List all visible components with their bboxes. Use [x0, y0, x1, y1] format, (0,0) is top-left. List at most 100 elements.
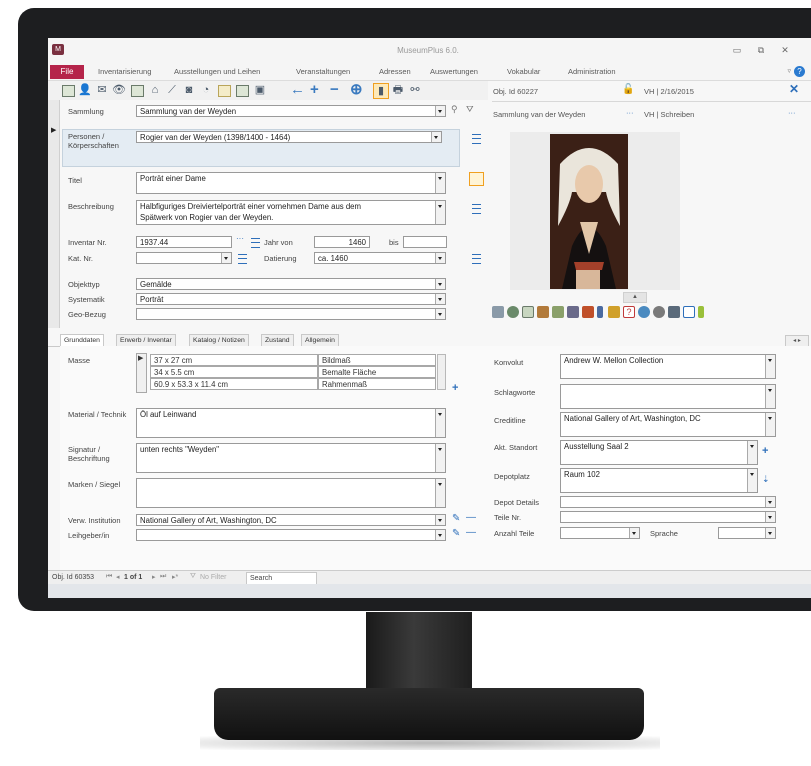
teile-field[interactable]: [560, 511, 776, 523]
menu-administration[interactable]: Administration: [568, 67, 616, 76]
print-icon[interactable]: 🖶: [391, 83, 405, 97]
masse-type-3[interactable]: Rahmenmaß: [318, 378, 436, 390]
chevron-down-icon[interactable]: [747, 469, 757, 492]
edit-pen-icon[interactable]: ✎: [452, 513, 460, 524]
depotdetails-field[interactable]: [560, 496, 776, 508]
camera-icon[interactable]: [567, 306, 579, 318]
depotplatz-field[interactable]: Raum 102: [560, 468, 758, 493]
record-selector[interactable]: [48, 100, 60, 328]
datierung-field[interactable]: ca. 1460: [314, 252, 446, 264]
note-icon[interactable]: [218, 85, 231, 97]
chevron-down-icon[interactable]: [435, 106, 445, 116]
masse-value-3[interactable]: 60.9 x 53.3 x 11.4 cm: [150, 378, 318, 390]
chevron-down-icon[interactable]: [435, 294, 445, 304]
beschreibung-field[interactable]: Halbfiguriges Dreiviertelporträt einer v…: [136, 200, 446, 225]
prev-record-icon[interactable]: ◂: [116, 573, 120, 581]
objekttyp-field[interactable]: Gemälde: [136, 278, 446, 290]
home-icon[interactable]: ⌂: [148, 83, 162, 97]
inventar-more-button[interactable]: ···: [236, 234, 244, 243]
standort-field[interactable]: Ausstellung Saal 2: [560, 440, 758, 465]
camera-icon[interactable]: ◙: [182, 83, 196, 97]
tv-icon[interactable]: ▣: [253, 83, 267, 97]
next-record-icon[interactable]: ▸: [152, 573, 156, 581]
list-icon[interactable]: [251, 238, 260, 248]
signatur-field[interactable]: unten rechts "Weyden": [136, 443, 446, 473]
eye-icon[interactable]: [507, 306, 519, 318]
chevron-down-icon[interactable]: [435, 444, 445, 472]
verw-field[interactable]: National Gallery of Art, Washington, DC: [136, 514, 446, 526]
notes-icon[interactable]: [469, 172, 484, 186]
leihgeber-field[interactable]: [136, 529, 446, 541]
collapse-image-button[interactable]: ▲: [623, 292, 647, 303]
chevron-down-icon[interactable]: [765, 512, 775, 522]
panel-icon[interactable]: ▮: [373, 83, 389, 99]
sammlung-field[interactable]: Sammlung van der Weyden: [136, 105, 446, 117]
add-standort-icon[interactable]: +: [762, 445, 768, 457]
add-icon[interactable]: +: [310, 81, 319, 99]
list-icon[interactable]: [683, 306, 695, 318]
basket-icon[interactable]: [537, 306, 549, 318]
schlagworte-field[interactable]: [560, 384, 776, 409]
add-masse-icon[interactable]: +: [452, 382, 458, 394]
tab-allgemein[interactable]: Allgemein: [301, 334, 339, 346]
menu-adressen[interactable]: Adressen: [379, 67, 411, 76]
list-icon[interactable]: [472, 134, 481, 144]
bars-icon[interactable]: [698, 306, 704, 318]
titel-field[interactable]: Porträt einer Dame: [136, 172, 446, 194]
chart-icon[interactable]: [552, 306, 564, 318]
pin-add-icon[interactable]: ⊕: [350, 81, 363, 99]
chevron-down-icon[interactable]: [221, 253, 231, 263]
menu-vokabular[interactable]: Vokabular: [507, 67, 540, 76]
sprache-field[interactable]: [718, 527, 776, 539]
flag-icon[interactable]: [608, 306, 620, 318]
chevron-down-icon[interactable]: [765, 497, 775, 507]
file-tab[interactable]: File: [50, 65, 84, 79]
chevron-down-icon[interactable]: [629, 528, 639, 538]
menu-veranstaltungen[interactable]: Veranstaltungen: [296, 67, 350, 76]
minimize-button[interactable]: ▭: [730, 44, 744, 56]
marken-field[interactable]: [136, 478, 446, 508]
chevron-down-icon[interactable]: [435, 279, 445, 289]
menu-inventarisierung[interactable]: Inventarisierung: [98, 67, 151, 76]
remove-icon[interactable]: —: [466, 512, 476, 523]
chevron-down-icon[interactable]: [747, 441, 757, 464]
bis-field[interactable]: [403, 236, 447, 248]
document-icon[interactable]: [62, 85, 75, 97]
chevron-down-icon[interactable]: [765, 355, 775, 378]
material-field[interactable]: Öl auf Leinwand: [136, 408, 446, 438]
page-icon[interactable]: [522, 306, 534, 318]
chevron-down-icon[interactable]: [765, 528, 775, 538]
question-icon[interactable]: ?: [623, 306, 635, 318]
chevron-down-icon[interactable]: [765, 413, 775, 436]
chevron-down-icon[interactable]: [435, 253, 445, 263]
chevron-down-icon[interactable]: [435, 309, 445, 319]
gear-icon[interactable]: [653, 306, 665, 318]
chevron-down-icon[interactable]: [431, 132, 441, 142]
page-icon[interactable]: [131, 85, 144, 97]
record-counter[interactable]: 1 of 1: [124, 574, 142, 581]
chevron-down-icon[interactable]: [435, 201, 445, 224]
help-icon[interactable]: ?: [794, 66, 805, 77]
clock-icon[interactable]: ◔: [199, 83, 213, 97]
list-icon[interactable]: [472, 254, 481, 264]
more-button[interactable]: ···: [626, 108, 634, 117]
masse-type-1[interactable]: Bildmaß: [318, 354, 436, 366]
restore-button[interactable]: ⧉: [754, 44, 768, 56]
new-record-icon[interactable]: ▸*: [172, 573, 178, 581]
inventar-field[interactable]: 1937.44: [136, 236, 232, 248]
portrait-image[interactable]: [550, 134, 628, 289]
masse-type-2[interactable]: Bemalte Fläche: [318, 366, 436, 378]
edit-icon[interactable]: [236, 85, 249, 97]
close-window-button[interactable]: ✕: [778, 44, 792, 56]
remove-icon[interactable]: −: [330, 81, 339, 99]
tab-erwerb[interactable]: Erwerb / Inventar: [116, 334, 176, 346]
last-record-icon[interactable]: ⏭: [160, 573, 166, 581]
kat-field[interactable]: [136, 252, 232, 264]
back-arrow-icon[interactable]: ←: [290, 81, 305, 99]
konvolut-field[interactable]: Andrew W. Mellon Collection: [560, 354, 776, 379]
collapse-ribbon-icon[interactable]: ▿: [787, 67, 791, 75]
first-record-icon[interactable]: ⏮: [106, 573, 112, 581]
chart-icon[interactable]: ⟋: [165, 83, 179, 97]
eye-icon[interactable]: 👁: [112, 83, 126, 97]
jahr-von-field[interactable]: 1460: [314, 236, 370, 248]
